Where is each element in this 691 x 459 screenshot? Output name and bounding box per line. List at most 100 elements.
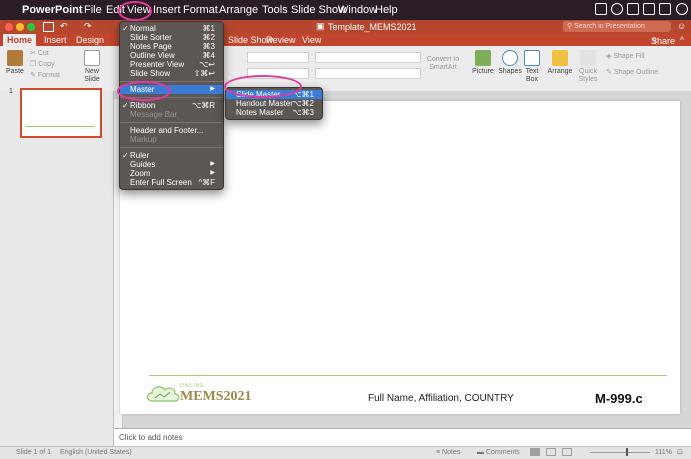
- font-size-control[interactable]: [247, 52, 309, 63]
- menu-tools[interactable]: Tools: [262, 4, 288, 16]
- normal-view-icon[interactable]: [530, 448, 540, 456]
- notes-pane[interactable]: Click to add notes: [114, 428, 691, 447]
- shortcut-text: ⌥⌘3: [292, 108, 314, 117]
- shapes-icon: [502, 50, 518, 66]
- view-menu-item-ribbon[interactable]: ✓ Ribbon ⌥⌘R: [120, 101, 223, 110]
- window-title-bar: ↶ ↷ ▣ Template_MEMS2021 ⚲ Search in Pres…: [0, 20, 691, 34]
- menu-file[interactable]: File: [84, 4, 102, 16]
- slide-sorter-icon[interactable]: [546, 448, 556, 456]
- menu-format[interactable]: Format: [183, 4, 218, 16]
- tab-review[interactable]: Review: [266, 35, 296, 45]
- picture-button[interactable]: Picture: [470, 50, 496, 76]
- menu-arrange[interactable]: Arrange: [219, 4, 258, 16]
- close-window-button[interactable]: [5, 23, 13, 31]
- view-menu-item-label: Ruler: [130, 151, 150, 160]
- text-box-button[interactable]: Text Box: [524, 50, 540, 84]
- status-tray-icon[interactable]: [595, 3, 607, 15]
- zoom-slider-thumb[interactable]: [626, 448, 628, 456]
- shield-icon[interactable]: [611, 3, 623, 15]
- view-menu-item-guides[interactable]: Guides ▶: [120, 160, 223, 169]
- view-menu-item-label: Ribbon: [130, 101, 156, 110]
- app-name-menu[interactable]: PowerPoint: [22, 4, 83, 16]
- search-box[interactable]: ⚲ Search in Presentation: [563, 21, 671, 32]
- master-submenu-item-handout-master[interactable]: Handout Master ⌥⌘2: [226, 99, 322, 108]
- submenu-arrow-icon: ▶: [210, 170, 215, 176]
- tab-design[interactable]: Design: [76, 35, 104, 45]
- copy-button[interactable]: ❐ Copy: [30, 60, 55, 68]
- save-icon[interactable]: [43, 22, 54, 32]
- slide-count-text: Slide 1 of 1: [16, 449, 52, 456]
- shape-outline-label: Shape Outline: [613, 69, 659, 76]
- tab-home[interactable]: Home: [3, 34, 37, 46]
- comments-toggle-button[interactable]: ▬ Comments: [477, 449, 520, 456]
- view-menu-item-slide-show[interactable]: Slide Show ⇧⌘↩: [120, 69, 223, 78]
- view-menu-item-presenter-view[interactable]: Presenter View ⌥↩: [120, 60, 223, 69]
- format-label: Format: [37, 72, 60, 79]
- submenu-arrow-icon: ▶: [210, 86, 215, 92]
- redo-icon[interactable]: ↷: [84, 21, 92, 32]
- status-bar: Slide 1 of 1 English (United States) ≡ N…: [0, 446, 691, 459]
- view-menu-item-ruler[interactable]: ✓ Ruler: [120, 151, 223, 160]
- convert-smartart-button[interactable]: Convert to SmartArt: [424, 56, 462, 72]
- quick-styles-label: Quick Styles: [578, 68, 598, 83]
- notes-toggle-button[interactable]: ≡ Notes: [436, 449, 460, 456]
- footer-affiliation-text[interactable]: Full Name, Affiliation, COUNTRY: [368, 393, 514, 404]
- display-icon[interactable]: [627, 3, 639, 15]
- view-menu-item-slide-sorter[interactable]: Slide Sorter ⌘2: [120, 33, 223, 42]
- reading-view-icon[interactable]: [562, 448, 572, 456]
- shapes-label: Shapes: [498, 68, 522, 75]
- cut-button[interactable]: ✂ Cut: [30, 49, 49, 57]
- paste-button[interactable]: Paste: [4, 50, 26, 76]
- view-menu-item-header-and-footer[interactable]: Header and Footer...: [120, 126, 223, 135]
- comments-label: Comments: [485, 449, 520, 456]
- menu-window[interactable]: Window: [338, 4, 377, 16]
- format-painter-button[interactable]: ✎ Format: [30, 71, 60, 79]
- shape-outline-button[interactable]: ✎ Shape Outline: [606, 68, 658, 76]
- fit-to-window-icon[interactable]: ⊡: [677, 448, 683, 456]
- zoom-level-text[interactable]: 111%: [655, 449, 672, 456]
- smiley-feedback-icon[interactable]: ☺: [677, 21, 686, 31]
- undo-icon[interactable]: ↶: [60, 21, 68, 32]
- quick-styles-button[interactable]: Quick Styles: [576, 50, 600, 84]
- master-submenu-item-notes-master[interactable]: Notes Master ⌥⌘3: [226, 108, 322, 117]
- new-slide-button[interactable]: New Slide: [80, 50, 104, 84]
- language-text[interactable]: English (United States): [60, 449, 132, 456]
- view-menu-item-label: Outline View: [130, 51, 175, 60]
- alignment-controls[interactable]: [315, 68, 421, 79]
- paper-code-text[interactable]: M-999.c: [595, 391, 643, 406]
- minimize-window-button[interactable]: [16, 23, 24, 31]
- view-menu-item-outline-view[interactable]: Outline View ⌘4: [120, 51, 223, 60]
- menu-insert[interactable]: Insert: [153, 4, 181, 16]
- master-submenu-item-label: Handout Master: [236, 99, 293, 108]
- annotation-circle-slide-master: [224, 75, 302, 98]
- view-menu-item-normal[interactable]: ✓ Normal ⌘1: [120, 24, 223, 33]
- bluetooth-icon[interactable]: [643, 3, 655, 15]
- checkmark-icon: ✓: [122, 24, 129, 33]
- arrange-label: Arrange: [547, 68, 573, 75]
- shapes-button[interactable]: Shapes: [498, 50, 522, 76]
- view-menu-item-enter-full-screen[interactable]: Enter Full Screen ^⌘F: [120, 178, 223, 187]
- battery-icon[interactable]: [659, 3, 671, 15]
- tab-insert[interactable]: Insert: [44, 35, 67, 45]
- shortcut-text: ⌘4: [202, 51, 215, 60]
- arrange-button[interactable]: Arrange: [547, 50, 573, 76]
- bullets-controls[interactable]: [315, 52, 421, 63]
- slide-thumbnail[interactable]: [20, 88, 102, 138]
- menu-help[interactable]: Help: [375, 4, 398, 16]
- zoom-window-button[interactable]: [27, 23, 35, 31]
- quick-styles-icon: [580, 50, 596, 66]
- zoom-slider[interactable]: [590, 452, 650, 453]
- ribbon: Paste ✂ Cut ❐ Copy ✎ Format New Slide Co…: [0, 46, 691, 92]
- search-input[interactable]: Search in Presentation: [574, 23, 645, 30]
- clock-icon[interactable]: [676, 3, 688, 15]
- collapse-ribbon-icon[interactable]: ^: [680, 35, 684, 45]
- shape-fill-button[interactable]: ◈ Shape Fill: [606, 52, 644, 60]
- view-menu-item-notes-page[interactable]: Notes Page ⌘3: [120, 42, 223, 51]
- mems-logo: ONLINE MEMS2021: [146, 383, 252, 407]
- tab-view[interactable]: View: [302, 35, 321, 45]
- ribbon-tab-bar: Home Insert Design Slide Show Review Vie…: [0, 34, 691, 46]
- view-menu-item-label: Zoom: [130, 169, 151, 178]
- view-menu-item-zoom[interactable]: Zoom ▶: [120, 169, 223, 178]
- view-menu-item-label: Presenter View: [130, 60, 185, 69]
- share-label: Share: [651, 36, 676, 46]
